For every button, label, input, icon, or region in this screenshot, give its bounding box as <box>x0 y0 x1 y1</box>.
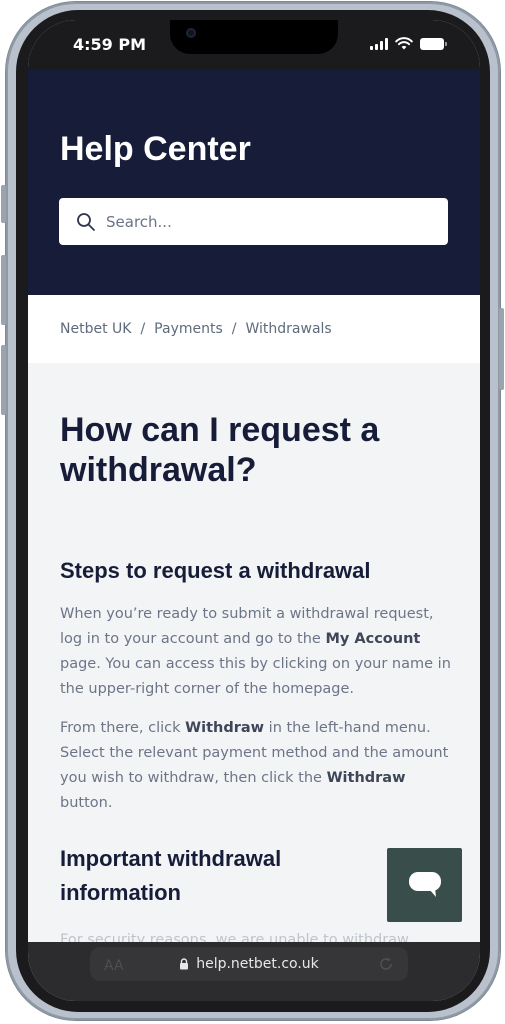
page-title: Help Center <box>60 130 251 168</box>
battery-icon <box>420 37 447 50</box>
wifi-icon <box>395 37 413 50</box>
search-input[interactable] <box>106 212 426 231</box>
section-heading-important: Important withdrawal information <box>60 846 282 905</box>
paragraph-text: page. You can access this by clicking on… <box>60 656 451 697</box>
side-button-left-1 <box>1 185 6 223</box>
url-field[interactable]: AA help.netbet.co.uk <box>90 947 408 981</box>
paragraph-withdraw: From there, click Withdraw in the left-h… <box>60 716 452 816</box>
breadcrumb-withdrawals[interactable]: Withdrawals <box>245 321 331 337</box>
breadcrumb: Netbet UK / Payments / Withdrawals <box>28 295 480 363</box>
search-box[interactable] <box>59 198 448 245</box>
search-icon <box>77 212 95 231</box>
paragraph-steps: When you’re ready to submit a withdrawal… <box>60 602 452 702</box>
side-button-right <box>499 308 504 390</box>
side-button-left-3 <box>1 345 6 415</box>
reload-icon[interactable] <box>378 956 394 972</box>
notch <box>170 20 338 54</box>
section-heading-steps: Steps to request a withdrawal <box>60 558 371 583</box>
phone-screen: 4:59 PM Help Center Netbe <box>28 20 480 1001</box>
side-button-left-2 <box>1 255 6 325</box>
paragraph-text: From there, click <box>60 720 186 736</box>
bold-my-account: My Account <box>325 631 421 647</box>
help-center-header: Help Center <box>28 70 480 295</box>
camera-icon <box>186 28 196 38</box>
url-text: help.netbet.co.uk <box>196 956 319 972</box>
lock-icon <box>180 958 189 970</box>
breadcrumb-netbet-uk[interactable]: Netbet UK <box>60 321 131 337</box>
paragraph-text: button. <box>60 795 113 811</box>
article-title: How can I request a withdrawal? <box>60 411 380 489</box>
bold-withdraw-menu: Withdraw <box>185 720 265 736</box>
breadcrumb-separator: / <box>140 321 146 337</box>
breadcrumb-separator: / <box>231 321 237 337</box>
browser-address-bar: AA help.netbet.co.uk <box>28 942 480 1001</box>
chat-button[interactable] <box>387 848 462 922</box>
bold-withdraw-button: Withdraw <box>326 770 406 786</box>
status-bar: 4:59 PM <box>28 20 480 70</box>
status-icons <box>370 37 447 50</box>
status-time: 4:59 PM <box>73 35 147 54</box>
reader-aa-button[interactable]: AA <box>104 958 124 974</box>
breadcrumb-payments[interactable]: Payments <box>154 321 223 337</box>
chat-bubble-icon <box>408 872 441 897</box>
signal-icon <box>370 37 388 50</box>
